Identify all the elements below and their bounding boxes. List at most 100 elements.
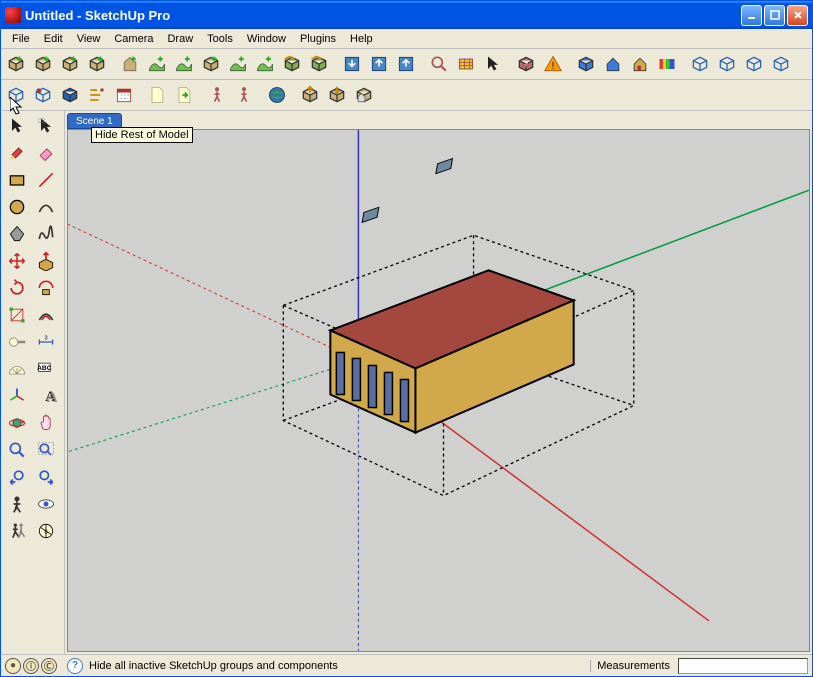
status-geo-icon[interactable]: ● [5,658,21,674]
toolbar-walk-fig[interactable] [204,82,230,108]
toolbar-hide-rest[interactable] [3,82,29,108]
toolbar-row-2 [1,80,812,111]
vcb-input[interactable] [678,658,808,674]
toolbar-get-models[interactable] [339,51,365,77]
menubar: File Edit View Camera Draw Tools Window … [1,29,812,49]
menu-view[interactable]: View [70,31,108,47]
toolbar-outliner[interactable] [84,82,110,108]
tool-look[interactable] [32,491,60,517]
tool-3dtext[interactable]: AA [32,383,60,409]
tool-tape[interactable] [3,329,31,355]
toolbar-add-location[interactable] [171,51,197,77]
svg-text:S: S [44,530,48,536]
toolbar-wire-box-4[interactable] [768,51,794,77]
menu-draw[interactable]: Draw [160,31,200,47]
axis-green-neg [68,360,358,470]
toolbar-house-blue[interactable] [600,51,626,77]
toolbar-page-next[interactable] [171,82,197,108]
toolbar-toggle-terrain[interactable] [198,51,224,77]
tool-zoom[interactable] [3,437,31,463]
tool-polygon[interactable] [3,221,31,247]
menu-help[interactable]: Help [343,31,380,47]
tool-dimension[interactable]: 3 [32,329,60,355]
tool-offset[interactable] [32,302,60,328]
status-credits-icon[interactable]: ⓘ [23,658,39,674]
toolbar-page-prev[interactable] [144,82,170,108]
toolbar-blue-box[interactable] [573,51,599,77]
tool-section[interactable]: S [32,518,60,544]
tooltip: Hide Rest of Model [91,127,193,143]
toolbar-building-maker[interactable] [117,51,143,77]
toolbar-export-house[interactable] [351,82,377,108]
menu-window[interactable]: Window [240,31,293,47]
tool-arc[interactable] [32,194,60,220]
menu-camera[interactable]: Camera [107,31,160,47]
tool-pointer[interactable] [32,113,60,139]
tool-walk[interactable] [3,518,31,544]
tool-followme[interactable] [32,275,60,301]
toolbar-export-down[interactable] [324,82,350,108]
toolbar-zoom-extents[interactable] [426,51,452,77]
menu-file[interactable]: File [5,31,37,47]
tool-line[interactable] [32,167,60,193]
tool-rotate[interactable] [3,275,31,301]
tool-pushpull[interactable] [32,248,60,274]
tool-paint[interactable] [3,140,31,166]
toolbar-make-group[interactable] [30,51,56,77]
toolbar-calendar[interactable] [111,82,137,108]
status-claim-icon[interactable]: Ⓒ [41,658,57,674]
close-button[interactable] [787,5,808,26]
toolbar-export-up[interactable] [297,82,323,108]
tool-circle[interactable] [3,194,31,220]
tool-move[interactable] [3,248,31,274]
tool-rectangle[interactable] [3,167,31,193]
window-title: Untitled - SketchUp Pro [25,8,741,23]
toolbar-wire-box-3[interactable] [741,51,767,77]
tool-text[interactable]: ABC [32,356,60,382]
toolbar-match-photo[interactable] [225,51,251,77]
toolbar-hide-similar[interactable] [30,82,56,108]
toolbar-solid-tools-a[interactable] [279,51,305,77]
toolbar-house-color[interactable] [627,51,653,77]
svg-text:A: A [47,390,57,406]
toolbar-wire-box-2[interactable] [714,51,740,77]
tool-eraser[interactable] [32,140,60,166]
toolbar-google-earth[interactable] [264,82,290,108]
toolbar-share-model[interactable] [366,51,392,77]
tool-scale[interactable] [3,302,31,328]
tool-protractor[interactable] [3,356,31,382]
toolbar-preview-match[interactable] [252,51,278,77]
menu-tools[interactable]: Tools [200,31,240,47]
toolbar-component-options[interactable] [84,51,110,77]
viewport-3d[interactable] [67,129,810,652]
toolbar-select-arrow[interactable] [480,51,506,77]
toolbar-terrain[interactable] [144,51,170,77]
menu-plugins[interactable]: Plugins [293,31,343,47]
scenes-tabs-row: Scene 1 Hide Rest of Model [65,111,812,129]
toolbar-share-component[interactable] [393,51,419,77]
tool-position-cam[interactable] [3,491,31,517]
tool-next-view[interactable] [32,464,60,490]
tool-zoom-window[interactable] [32,437,60,463]
menu-edit[interactable]: Edit [37,31,70,47]
toolbar-warning[interactable]: ! [540,51,566,77]
toolbar-view-comp[interactable] [57,82,83,108]
toolbar-new-component[interactable] [3,51,29,77]
minimize-button[interactable] [741,5,762,26]
tool-select[interactable] [3,113,31,139]
toolbar-make-component[interactable] [57,51,83,77]
toolbar-walk-path[interactable] [231,82,257,108]
maximize-button[interactable] [764,5,785,26]
toolbar-instructor[interactable]: ? [513,51,539,77]
toolbar-wire-box-1[interactable] [687,51,713,77]
toolbar-solid-tools-b[interactable] [306,51,332,77]
svg-text:3: 3 [44,336,47,342]
tool-pan[interactable] [32,410,60,436]
status-help-icon[interactable]: ? [67,658,83,674]
tool-axes[interactable] [3,383,31,409]
tool-freehand[interactable] [32,221,60,247]
tool-prev-view[interactable] [3,464,31,490]
tool-orbit[interactable] [3,410,31,436]
toolbar-rainbow[interactable] [654,51,680,77]
toolbar-texture[interactable] [453,51,479,77]
